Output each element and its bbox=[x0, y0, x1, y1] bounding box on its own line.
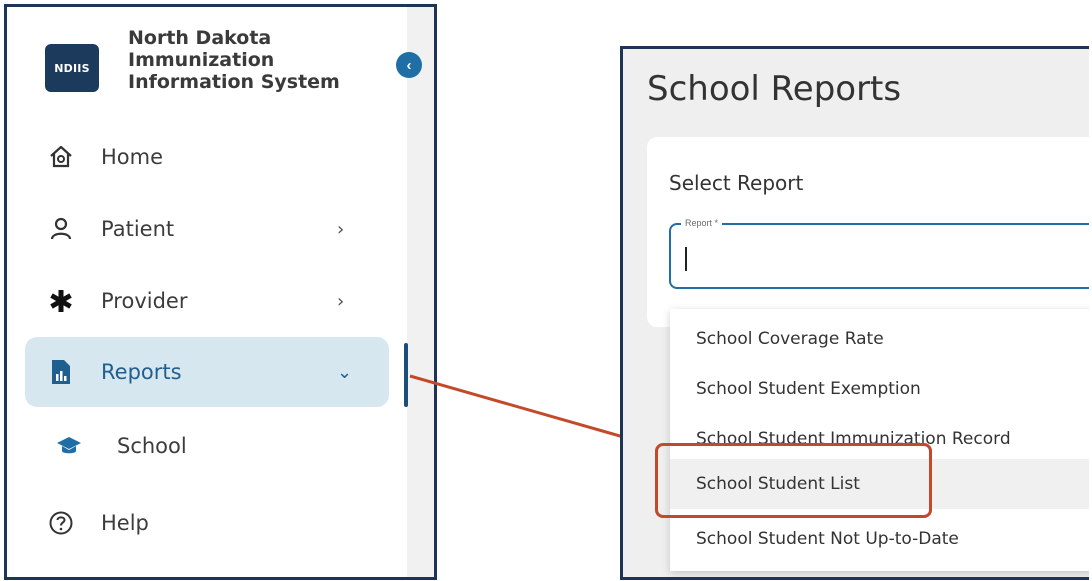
option-school-coverage-rate[interactable]: School Coverage Rate bbox=[670, 314, 1089, 364]
page-title: School Reports bbox=[647, 69, 902, 109]
report-field-label: Report * bbox=[681, 217, 723, 229]
option-label: School Coverage Rate bbox=[696, 329, 884, 349]
select-report-card: Select Report Report * bbox=[647, 137, 1089, 327]
option-label: School Student Exemption bbox=[696, 379, 921, 399]
report-select-field[interactable]: Report * bbox=[669, 217, 1089, 289]
option-label: School Student Not Up-to-Date bbox=[696, 529, 959, 549]
annotation-highlight-box bbox=[655, 443, 932, 518]
option-school-student-not-up-to-date[interactable]: School Student Not Up-to-Date bbox=[670, 514, 1089, 564]
text-cursor bbox=[685, 247, 687, 271]
card-title: Select Report bbox=[669, 171, 804, 195]
option-school-student-exemption[interactable]: School Student Exemption bbox=[670, 364, 1089, 414]
report-dropdown-list: School Coverage Rate School Student Exem… bbox=[670, 309, 1089, 571]
